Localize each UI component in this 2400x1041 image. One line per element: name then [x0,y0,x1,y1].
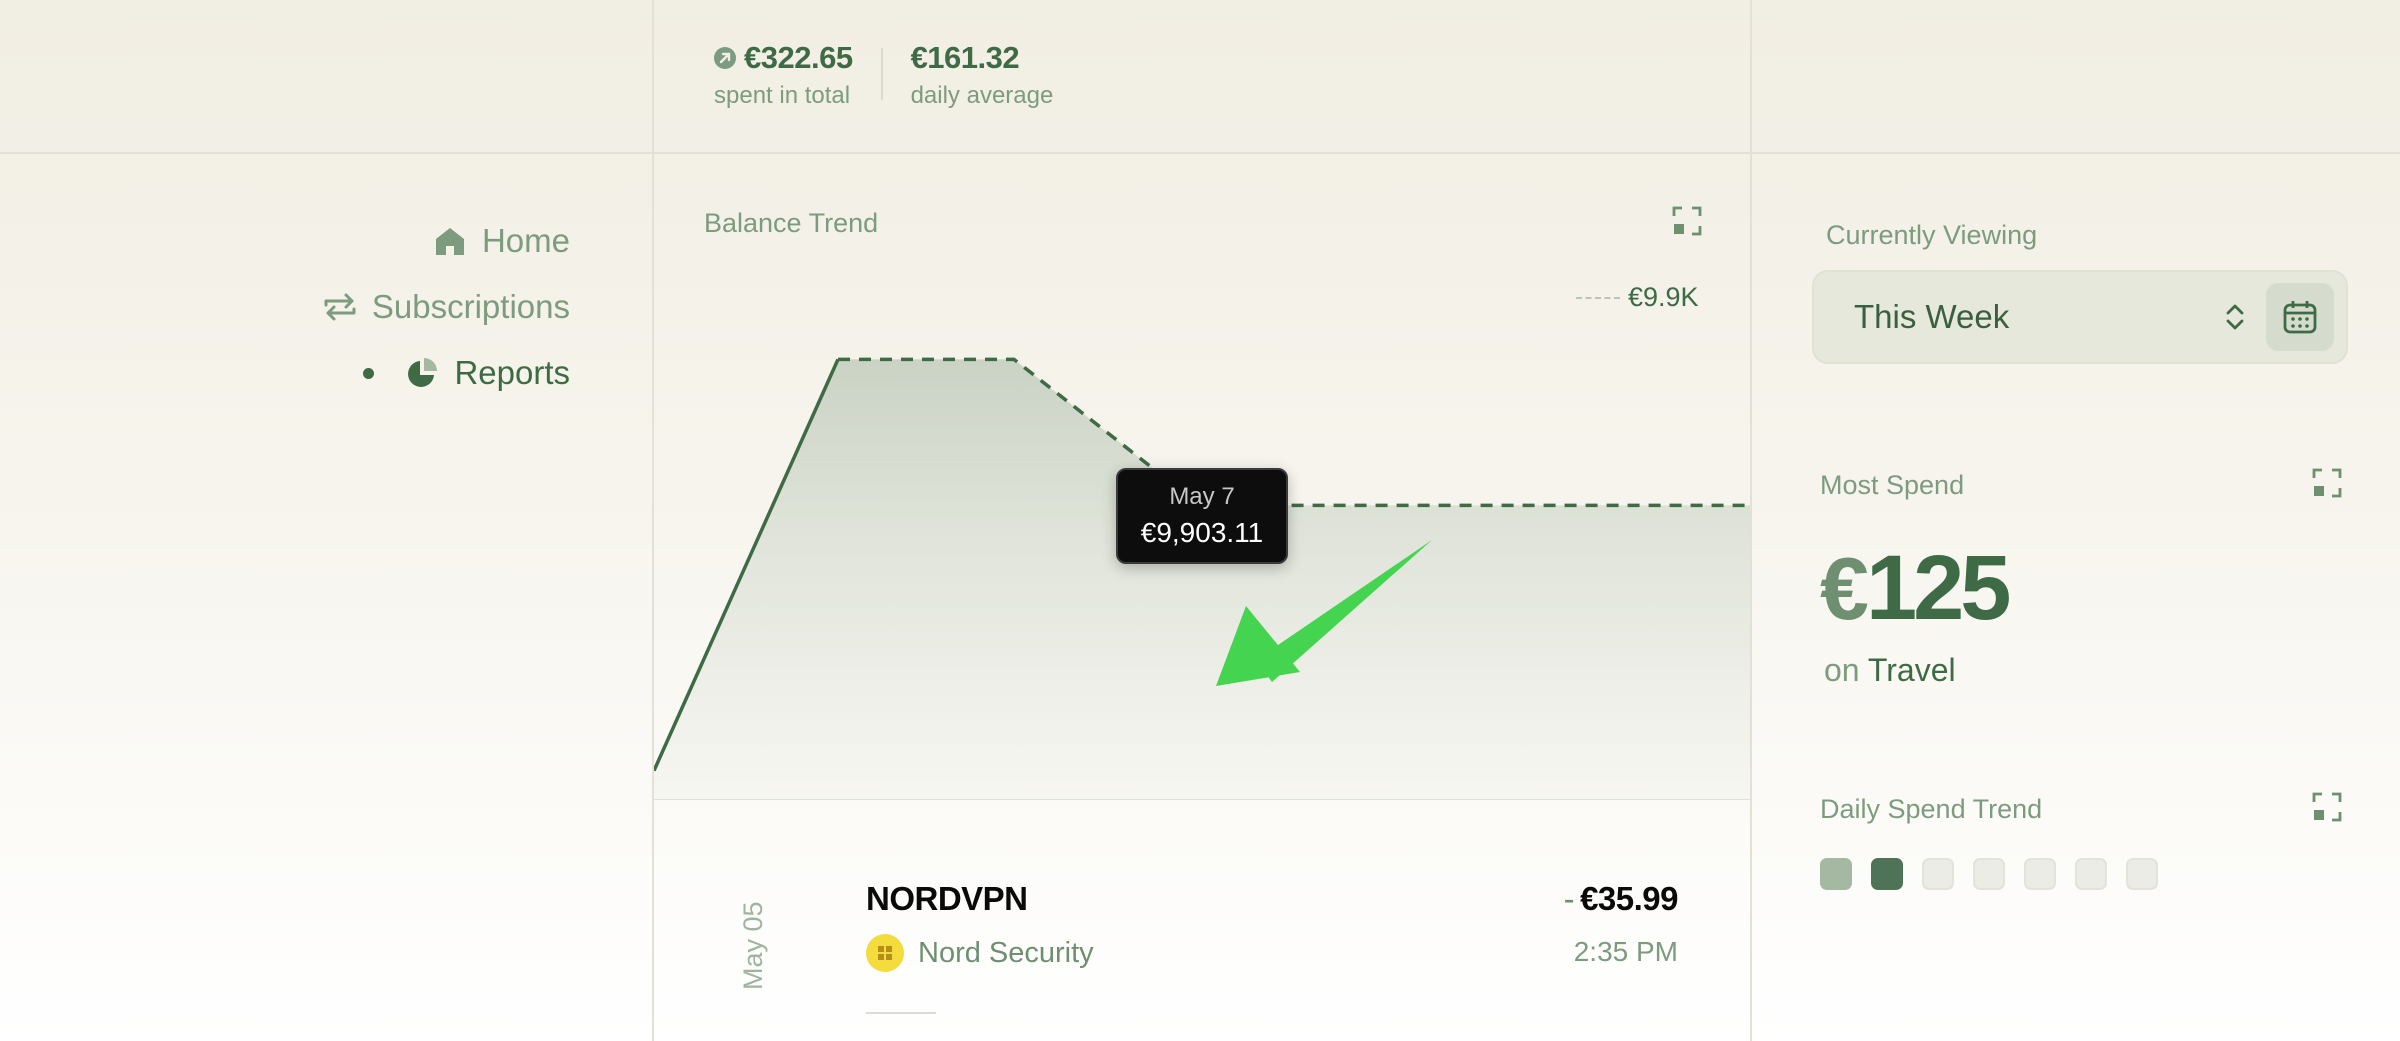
total-spent-stat: €322.65 spent in total [714,40,853,110]
daily-spend-square[interactable] [2024,858,2056,890]
daily-spend-squares [1820,858,2158,890]
pie-chart-icon [404,355,440,391]
total-spent-value: €322.65 [744,40,853,75]
most-spend-prefix: on [1824,652,1860,688]
chart-area-fill [654,359,1750,800]
most-spend-amount: € 125 [1820,536,2011,641]
daily-spend-square[interactable] [1922,858,1954,890]
expand-icon[interactable] [1672,206,1702,236]
daily-spend-square[interactable] [1973,858,2005,890]
nav-item-reports[interactable]: Reports [363,354,570,392]
transaction-divider [866,1012,936,1014]
transaction-date: May 05 [738,901,768,990]
daily-trend-expand-icon[interactable] [2312,792,2342,822]
most-spend-category: Travel [1867,652,1956,688]
calendar-button[interactable] [2266,283,2334,351]
tooltip-value: €9,903.11 [1140,517,1264,548]
period-select[interactable]: This Week [1812,270,2348,364]
nav-item-reports-label: Reports [454,354,570,391]
nav-item-subscriptions-label: Subscriptions [371,288,570,325]
daily-spend-square[interactable] [2126,858,2158,890]
merchant-name: Nord Security [918,936,1094,969]
nav-item-home-label: Home [481,222,570,259]
daily-average-stat: €161.32 daily average [911,40,1054,110]
currently-viewing-title: Currently Viewing [1826,220,2038,250]
daily-average-value: €161.32 [910,40,1020,75]
tooltip-date: May 7 [1169,483,1235,510]
most-spend-expand-icon[interactable] [2312,468,2342,498]
sidebar-nav: Home Subscriptions Reports [322,222,570,392]
repeat-icon [322,289,358,325]
calendar-icon [2283,301,2317,334]
column-divider-right [1750,0,1752,1041]
chevron-up-down-icon [2220,297,2250,337]
most-spend-value: 125 [1865,537,2011,639]
arrow-up-right-icon [714,47,736,69]
period-select-value: This Week [1854,298,2010,335]
top-stats: €322.65 spent in total €161.32 daily ave… [714,40,1053,110]
daily-spend-square[interactable] [1871,858,1903,890]
header-divider [0,152,2400,154]
amount-value: €35.99 [1580,880,1678,917]
daily-average-label: daily average [910,82,1054,109]
daily-spend-square[interactable] [1820,858,1852,890]
nav-item-home[interactable]: Home [432,222,570,260]
nav-item-subscriptions[interactable]: Subscriptions [322,288,570,326]
daily-spend-square[interactable] [2075,858,2107,890]
amount-sign: - [1563,880,1575,917]
transaction-name[interactable]: NORDVPN [866,880,1028,918]
active-indicator [363,367,375,379]
transaction-time: 2:35 PM [1573,936,1678,967]
total-spent-label: spent in total [714,82,851,109]
transaction-merchant: Nord Security [866,934,1094,972]
most-spend-title: Most Spend [1820,470,1965,500]
merchant-logo-icon [866,934,904,972]
chart-tooltip: May 7 €9,903.11 [1116,468,1288,564]
transaction-amount: - €35.99 [1563,880,1679,918]
daily-spend-trend-title: Daily Spend Trend [1820,794,2043,824]
balance-trend-title: Balance Trend [704,208,879,238]
stat-separator [880,48,883,100]
home-icon [432,223,468,259]
most-spend-currency: € [1820,539,1869,638]
most-spend-category-line: on Travel [1824,652,1956,689]
